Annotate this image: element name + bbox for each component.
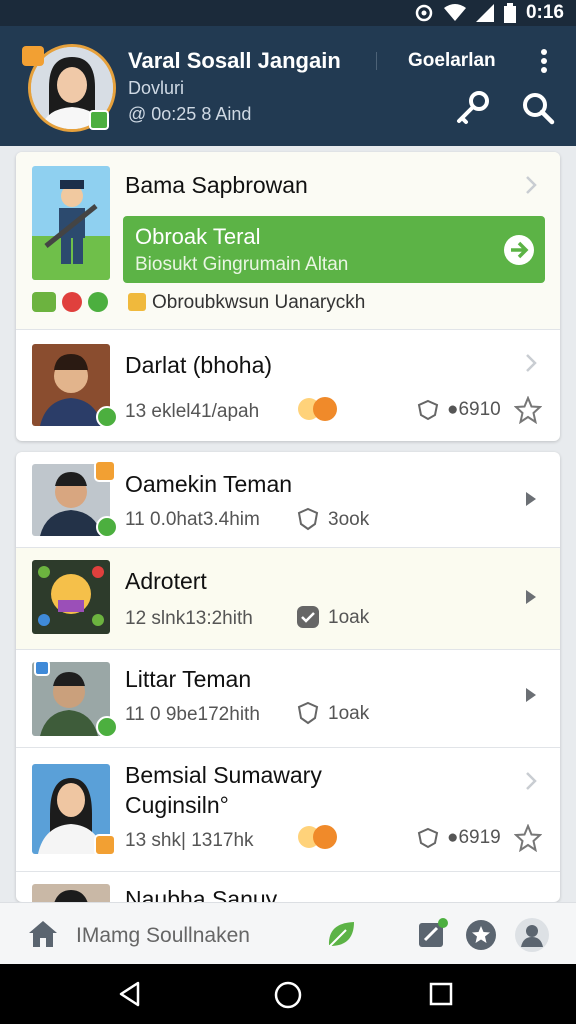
profile-header: Varal Sosall Jangain Dovluri @ 0o:25 8 A… xyxy=(0,26,576,146)
more-vert-icon[interactable] xyxy=(532,46,556,76)
status-badge xyxy=(94,460,116,482)
list-item-title: Oamekin Teman xyxy=(125,471,293,497)
tag-green-circle-icon[interactable] xyxy=(88,292,108,312)
promo-subtitle: Biosukt Gingrumain Altan xyxy=(135,254,349,275)
list-item-stat-value: 6919 xyxy=(458,827,501,848)
profile-name: Varal Sosall Jangain xyxy=(128,48,341,73)
shield-icon xyxy=(297,701,319,725)
chat-leaf-icon[interactable] xyxy=(324,917,358,951)
list-item-stat: ●6919 xyxy=(447,827,501,848)
featured-title: Bama Sapbrowan xyxy=(125,172,308,198)
list-item-stat: 1oak xyxy=(328,703,370,724)
header-divider xyxy=(376,52,377,70)
list-item-meta: 13 eklel41/apah xyxy=(125,401,260,422)
chevron-right-icon[interactable] xyxy=(521,684,541,706)
promo-title: Obroak Teral xyxy=(135,224,261,249)
header-action-button[interactable]: Goelarlan xyxy=(408,50,496,72)
edit-note-icon[interactable] xyxy=(416,918,448,950)
online-badge xyxy=(96,716,118,738)
list-item-meta: 12 slnk13:2hith xyxy=(125,608,253,629)
bottom-search-label[interactable]: IMamg Soullnaken xyxy=(76,924,250,948)
chevron-right-icon[interactable] xyxy=(521,488,541,510)
reaction-icon[interactable] xyxy=(295,396,339,422)
list-item[interactable]: Bemsial Sumawary Cuginsiln° 13 shk| 1317… xyxy=(16,748,560,872)
list-item-meta: 11 0.0hat3.4him xyxy=(125,509,260,530)
status-time: 0:16 xyxy=(525,2,564,23)
chevron-right-icon[interactable] xyxy=(521,586,541,608)
star-icon[interactable] xyxy=(514,396,542,424)
list-item-stat: 3ook xyxy=(328,509,370,530)
battery-icon xyxy=(503,3,516,23)
profile-icon[interactable] xyxy=(514,917,550,953)
list-item-title: Darlat (bhoha) xyxy=(125,352,273,378)
reaction-icon[interactable] xyxy=(295,824,339,850)
rotation-icon xyxy=(415,4,433,22)
tag-green-icon[interactable] xyxy=(32,292,56,312)
avatar-tag-icon xyxy=(22,46,44,66)
arrow-right-circle-icon[interactable] xyxy=(503,234,535,266)
bottom-navigation: IMamg Soullnaken xyxy=(0,902,576,964)
list-item-stat: ●6910 xyxy=(447,399,501,420)
home-circle-icon[interactable] xyxy=(273,980,303,1010)
shield-icon xyxy=(297,507,319,531)
list-item-stat-value: 6910 xyxy=(458,399,501,420)
avatar-online-badge xyxy=(89,110,109,130)
recent-apps-icon[interactable] xyxy=(428,981,454,1007)
list-item-meta: 11 0 9be172hith xyxy=(125,704,260,725)
tag-red-icon[interactable] xyxy=(62,292,82,312)
list-item[interactable]: Oamekin Teman 11 0.0hat3.4him 3ook xyxy=(16,452,560,548)
status-badge xyxy=(94,834,116,856)
online-badge xyxy=(96,406,118,428)
wifi-icon xyxy=(443,4,466,21)
featured-row[interactable]: Bama Sapbrowan Obroak Teral Biosukt Ging… xyxy=(16,152,560,330)
badge-icon xyxy=(297,606,319,628)
chevron-right-icon[interactable] xyxy=(521,770,541,792)
list-item-stat: 1oak xyxy=(328,607,370,628)
list-item[interactable]: Naubha Sanuy xyxy=(16,872,560,902)
list-item-thumbnail xyxy=(32,884,110,902)
search-icon[interactable] xyxy=(520,90,556,126)
signal-icon xyxy=(475,4,494,22)
home-icon[interactable] xyxy=(26,917,60,951)
back-icon[interactable] xyxy=(116,980,144,1008)
list-item-meta: 13 shk| 1317hk xyxy=(125,830,254,851)
featured-tags xyxy=(32,292,108,312)
promo-banner[interactable]: Obroak Teral Biosukt Gingrumain Altan xyxy=(123,216,545,283)
status-bar: 0:16 xyxy=(0,0,576,26)
list-item-title: Adrotert xyxy=(125,568,207,594)
chevron-right-icon[interactable] xyxy=(521,174,541,196)
chevron-right-icon[interactable] xyxy=(521,352,541,374)
list-item[interactable]: Adrotert 12 slnk13:2hith 1oak xyxy=(16,548,560,650)
profile-timestamp: @ 0o:25 8 Aind xyxy=(128,104,252,124)
list-item-title: Naubha Sanuy xyxy=(125,886,278,902)
online-badge xyxy=(96,516,118,538)
key-icon[interactable] xyxy=(455,90,491,126)
list-item-thumbnail xyxy=(32,560,110,634)
star-icon[interactable] xyxy=(514,824,542,852)
shield-icon xyxy=(417,827,439,849)
warning-tag-icon xyxy=(128,293,146,311)
shield-icon xyxy=(417,399,439,421)
star-circle-icon[interactable] xyxy=(464,918,498,952)
profile-subtitle: Dovluri xyxy=(128,78,185,98)
list-item[interactable]: Darlat (bhoha) 13 eklel41/apah ●6910 xyxy=(16,330,560,441)
list-item[interactable]: Littar Teman 11 0 9be172hith 1oak xyxy=(16,650,560,748)
system-navigation-bar xyxy=(0,964,576,1024)
status-badge xyxy=(34,660,50,676)
contacts-card: Oamekin Teman 11 0.0hat3.4him 3ook Adrot… xyxy=(16,452,560,902)
featured-tag-description: Obroubkwsun Uanaryckh xyxy=(152,292,366,313)
list-item-title-line2: Cuginsiln° xyxy=(125,792,229,818)
featured-card: Bama Sapbrowan Obroak Teral Biosukt Ging… xyxy=(16,152,560,441)
list-item-title: Bemsial Sumawary xyxy=(125,762,322,788)
list-item-title: Littar Teman xyxy=(125,666,252,692)
featured-thumbnail xyxy=(32,166,110,280)
